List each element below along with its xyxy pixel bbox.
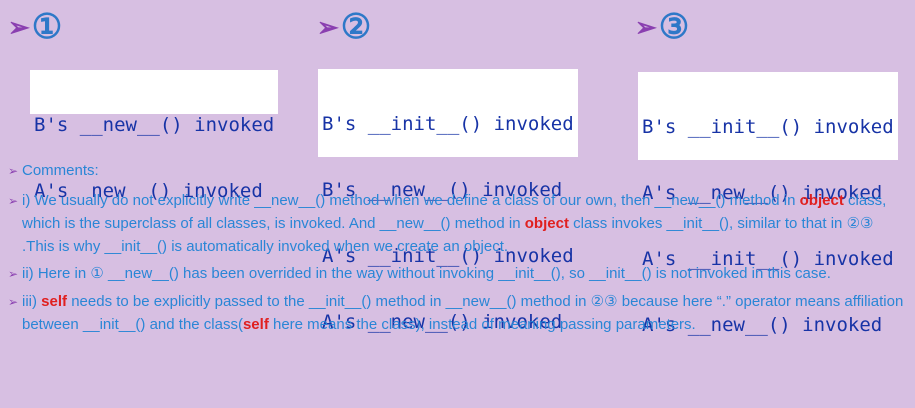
section-number: ① [31,8,63,46]
comment-text-part: here means the class), instead of meanin… [268,316,696,333]
output-box-3: B's __init__() invoked A's __new__() inv… [638,72,898,336]
section-number: ② [340,8,372,46]
comment-item-2: ➢ ii) Here in ① __new__() has been overr… [8,262,908,286]
comments-heading-item: ➢ Comments: [8,159,908,183]
comment-text: i) We usually do not explicitly write __… [22,189,908,258]
keyword-self: self [41,293,68,310]
comments-heading: Comments: [22,162,99,179]
keyword-self: self [242,316,269,333]
arrow-bullet-icon: ➢ [8,11,30,42]
arrow-bullet-icon: ➢ [8,164,19,178]
comment-text: ii) Here in ① __new__() has been overrid… [22,265,831,282]
arrow-bullet-icon: ➢ [8,295,19,309]
comment-text: iii) self needs to be explicitly passed … [22,290,908,336]
arrow-bullet-icon: ➢ [635,11,657,42]
comments-section: ➢ Comments: ➢ i) We usually do not expli… [8,159,908,336]
arrow-bullet-icon: ➢ [8,194,19,208]
keyword-object: object [524,215,569,232]
section-header-1: ➢ ① [8,10,62,44]
keyword-object: object [799,192,844,209]
section-header-3: ➢ ③ [635,10,689,44]
output-box-1: B's __new__() invoked A's new () invoked [30,70,279,202]
output-box-2: B's __init__() invoked B's __new__() inv… [318,69,578,333]
arrow-bullet-icon: ➢ [8,267,19,281]
comment-item-3: ➢ iii) self needs to be explicitly passe… [8,290,908,336]
comment-item-1: ➢ i) We usually do not explicitly write … [8,189,908,258]
output-line: B's __new__() invoked [34,114,275,136]
section-number: ③ [658,8,690,46]
arrow-bullet-icon: ➢ [317,11,339,42]
comment-text-part: i) We usually do not explicitly write __… [22,192,800,209]
output-line: B's __init__() invoked [322,113,574,135]
output-line: B's __init__() invoked [642,116,894,138]
comment-text-part: iii) [22,293,42,310]
section-header-2: ➢ ② [317,10,371,44]
